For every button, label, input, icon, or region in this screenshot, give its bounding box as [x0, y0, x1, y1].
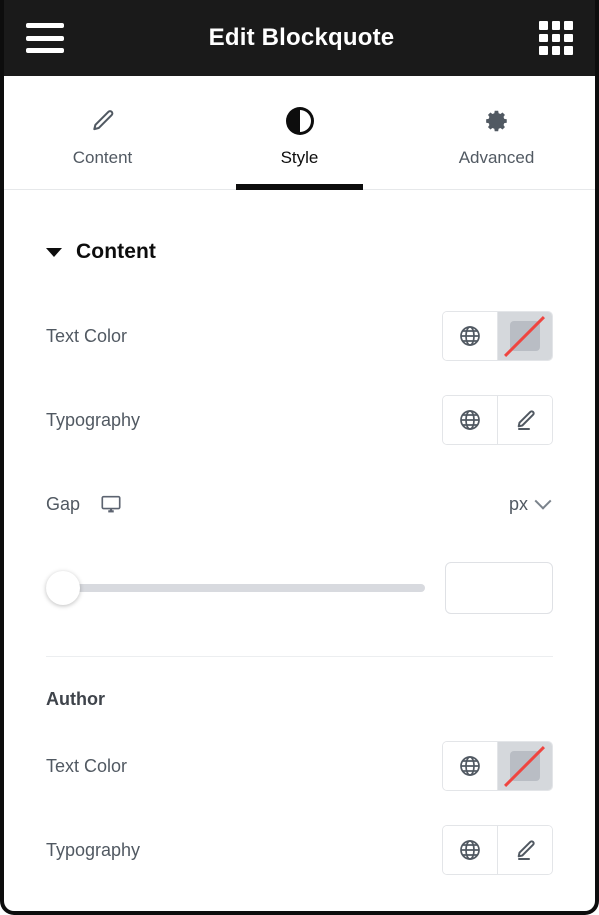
color-swatch-button[interactable] [497, 312, 552, 360]
no-color-swatch [510, 321, 540, 351]
section-header-content[interactable]: Content [46, 190, 553, 294]
panel-header: Edit Blockquote [4, 0, 595, 76]
subsection-heading-author: Author [46, 689, 105, 709]
unit-select-px[interactable]: px [508, 492, 553, 515]
grid-cell [564, 21, 573, 30]
grid-cell [551, 21, 561, 30]
section-title: Content [76, 240, 157, 263]
grid-cell [564, 46, 573, 55]
slider-handle[interactable] [46, 571, 80, 605]
globe-icon[interactable] [443, 396, 497, 444]
color-swatch-button[interactable] [497, 742, 552, 790]
control-label: Typography [46, 409, 141, 430]
grid-cell [539, 46, 548, 55]
pencil-edit-icon[interactable] [497, 396, 552, 444]
section-divider [46, 656, 553, 657]
tab-label: Content [72, 147, 133, 167]
no-color-swatch [510, 751, 540, 781]
tab-label: Advanced [458, 147, 535, 167]
control-label: Text Color [46, 325, 128, 346]
tab-underline [236, 184, 363, 190]
tab-style[interactable]: Style [201, 76, 398, 190]
typography-control-group [442, 395, 553, 445]
apps-grid-icon[interactable] [539, 21, 573, 55]
grid-cell [539, 33, 548, 43]
globe-icon[interactable] [443, 312, 497, 360]
tab-underline [39, 184, 165, 190]
control-label: Text Color [46, 755, 128, 776]
color-control-group [442, 741, 553, 791]
pencil-edit-icon[interactable] [497, 826, 552, 874]
control-label: Typography [46, 839, 141, 860]
tab-underline [433, 184, 559, 190]
hamburger-menu-icon[interactable] [26, 23, 64, 53]
typography-control-group [442, 825, 553, 875]
page-title: Edit Blockquote [208, 24, 395, 51]
control-row-author-text-color: Text Color [46, 724, 553, 808]
globe-icon[interactable] [443, 826, 497, 874]
control-row-content-text-color: Text Color [46, 294, 553, 378]
hamburger-bar [26, 48, 64, 53]
grid-cell [539, 21, 548, 30]
slider-track [46, 584, 425, 592]
color-control-group [442, 311, 553, 361]
control-row-content-typography: Typography [46, 378, 553, 462]
control-label-wrap: Gap [46, 493, 122, 515]
gap-slider-row [46, 546, 553, 636]
hamburger-bar [26, 23, 64, 28]
pencil-icon [90, 104, 116, 138]
control-row-gap: Gap px [46, 462, 553, 546]
gap-value-input[interactable] [445, 562, 553, 614]
control-label: Gap [46, 493, 81, 514]
chevron-down-icon [534, 492, 552, 510]
chevron-down-icon [46, 247, 62, 257]
tab-advanced[interactable]: Advanced [398, 76, 595, 189]
panel-tabs: Content Style Advanced [4, 76, 595, 190]
grid-cell [564, 33, 573, 43]
grid-cell [551, 46, 561, 55]
style-tab-panel: Content Text Color Typography Gap px Aut… [4, 190, 595, 892]
tab-label: Style [280, 147, 319, 167]
tab-content[interactable]: Content [4, 76, 201, 189]
gear-icon [484, 104, 510, 138]
contrast-icon [285, 104, 314, 138]
grid-cell [551, 33, 561, 43]
edit-blockquote-panel: Edit Blockquote Content Style Advanced C… [0, 0, 599, 915]
hamburger-bar [26, 35, 64, 41]
control-row-author-typography: Typography [46, 808, 553, 892]
desktop-icon[interactable] [100, 493, 122, 515]
unit-value: px [508, 493, 528, 514]
gap-slider[interactable] [46, 570, 425, 606]
globe-icon[interactable] [443, 742, 497, 790]
